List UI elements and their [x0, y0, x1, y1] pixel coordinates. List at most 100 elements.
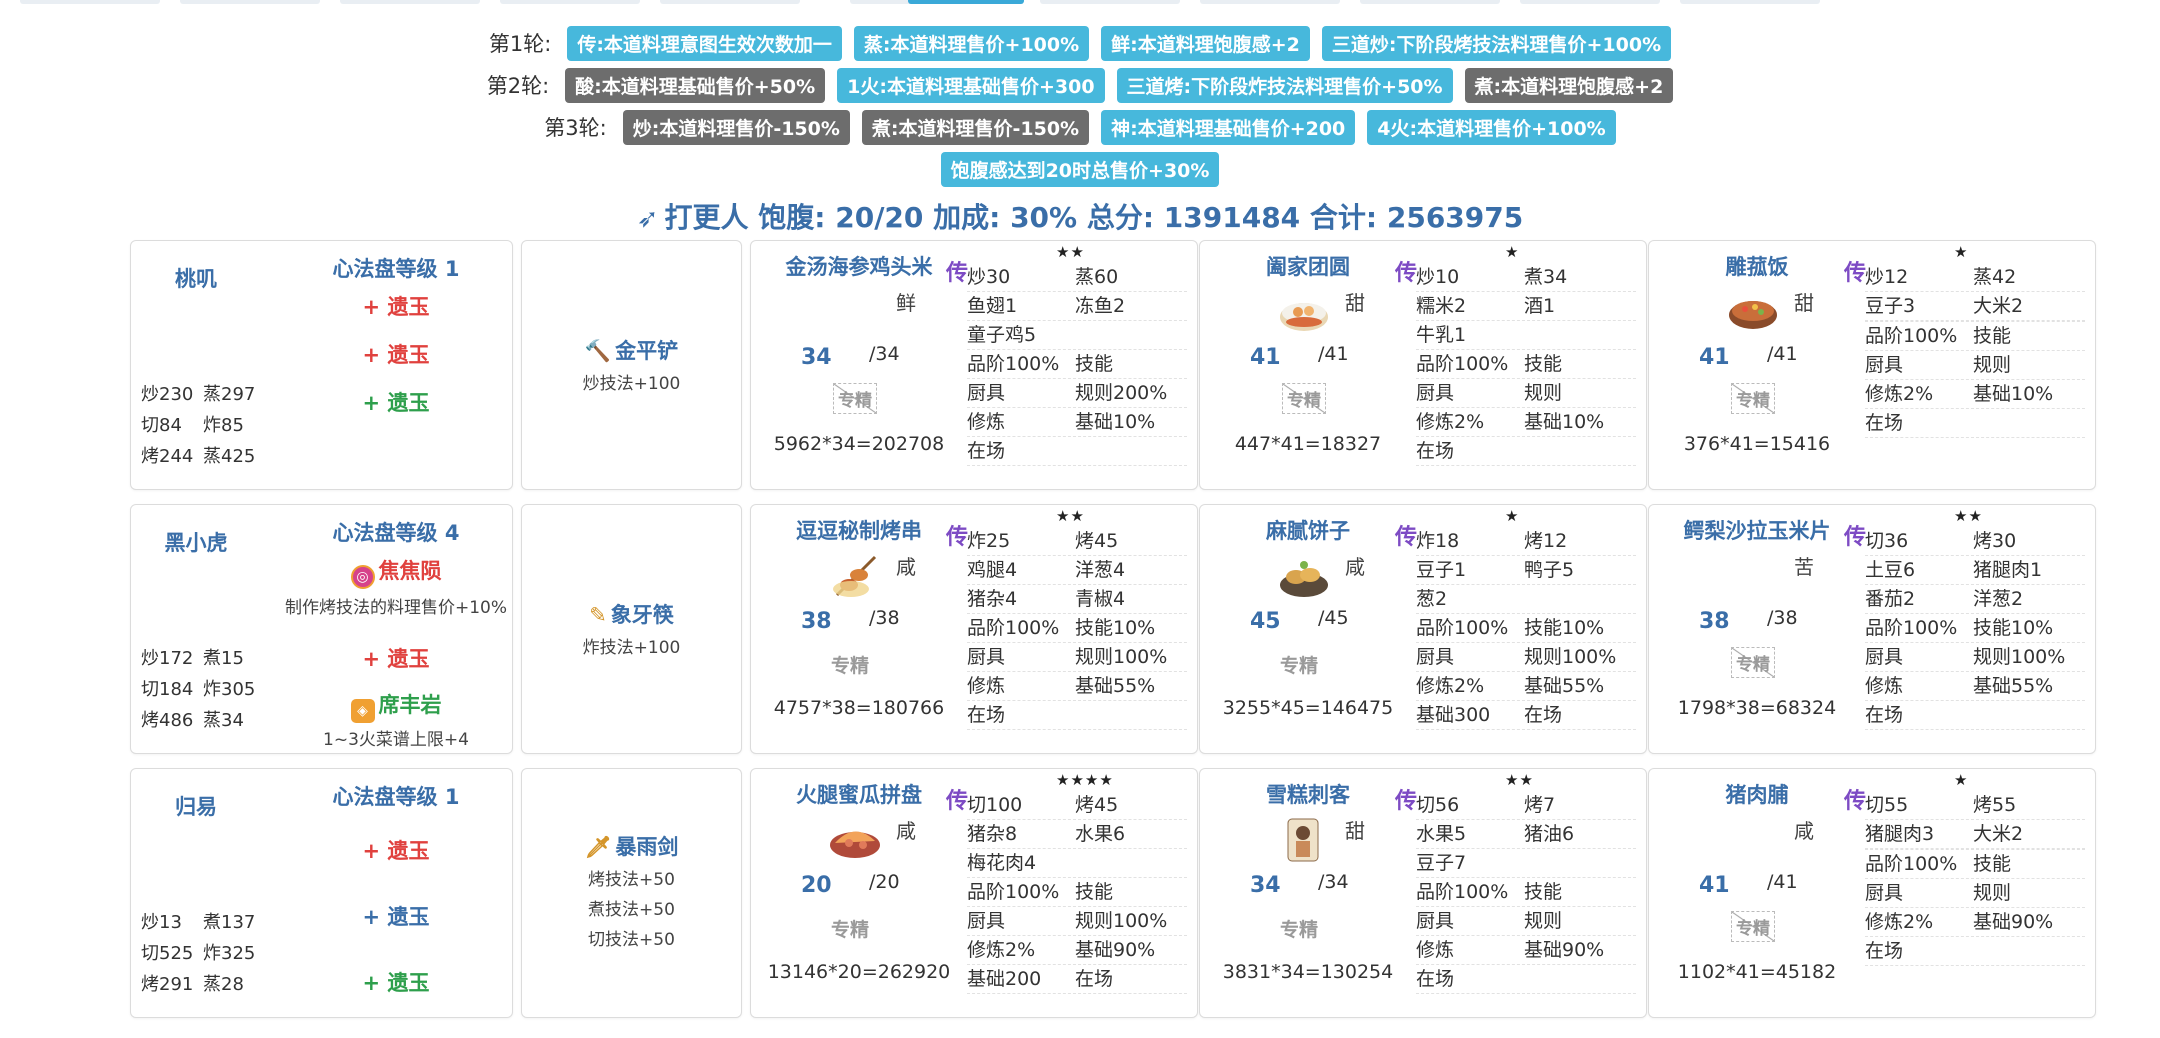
specialty-badge[interactable]: 专精 [1280, 915, 1318, 942]
jade-slot[interactable]: + 遗玉 [281, 901, 511, 931]
recipe-rarity: 传 [946, 525, 969, 550]
recipe-name[interactable]: 阖家团圆 [1210, 251, 1406, 281]
round-effect-tag[interactable]: 煮:本道料理售价-150% [861, 109, 1090, 145]
top-tab[interactable] [1680, 0, 1820, 4]
specialty-badge[interactable]: 专精 [1280, 651, 1318, 678]
round-effect-tag[interactable]: 三道烤:下阶段炸技法料理售价+50% [1116, 67, 1453, 103]
top-tab[interactable] [1200, 0, 1340, 4]
recipe-name[interactable]: 逗逗秘制烤串 [761, 515, 957, 545]
dish-image [1725, 287, 1781, 337]
recipe-quantity[interactable]: 41 [1699, 345, 1730, 370]
round-effect-tag[interactable]: 蒸:本道料理售价+100% [853, 25, 1090, 61]
specialty-badge[interactable]: 专精 [831, 915, 869, 942]
specialty-badge[interactable]: 专精 [1731, 911, 1775, 942]
heart-disk-level[interactable]: 心法盘等级 1 [281, 253, 511, 283]
top-tab[interactable] [20, 0, 160, 4]
specialty-badge[interactable]: 专精 [831, 651, 869, 678]
recipe-quantity[interactable]: 20 [801, 873, 832, 898]
round-effect-tag[interactable]: 炒:本道料理售价-150% [622, 109, 850, 145]
recipe-name[interactable]: 金汤海参鸡头米 [761, 251, 957, 281]
recipe-name[interactable]: 火腿蜜瓜拼盘 [761, 779, 957, 809]
jade-slot[interactable]: + 遗玉 [281, 643, 511, 673]
top-tab-active[interactable] [908, 0, 1024, 4]
recipe-stat-value: 番茄2 [1865, 588, 1916, 610]
summary-text: 打更人 饱腹: 20/20 加成: 30% 总分: 1391484 合计: 25… [664, 201, 1524, 234]
recipe-card[interactable]: ★★ 逗逗秘制烤串传咸 38/38 专精 4757*38=180766 炸25 烤45 鸡腿4… [750, 504, 1198, 754]
recipe-name[interactable]: 雕菰饭 [1659, 251, 1855, 281]
round-effect-tag[interactable]: 鲜:本道料理饱腹感+2 [1101, 25, 1310, 61]
recipe-stat-value: 技能 [1075, 881, 1114, 903]
recipe-quantity[interactable]: 38 [1699, 609, 1730, 634]
recipe-card[interactable]: ★ 麻腻饼子传咸 45/45 专精 3255*45=146475 炸18 烤12 豆子1 鸭子5… [1199, 504, 1647, 754]
recipe-name[interactable]: 麻腻饼子 [1210, 515, 1406, 545]
equipment-name[interactable]: 🔨 金平铲 [522, 335, 741, 365]
recipe-stat-row: 基础300 在场 [1416, 701, 1636, 730]
recipe-card[interactable]: ★ 雕菰饭传甜 41/41 专精 376*41=15416 炒12 蒸42 豆子3 大米2 品阶1… [1648, 240, 2096, 490]
specialty-badge[interactable]: 专精 [1282, 383, 1326, 414]
recipe-quantity[interactable]: 34 [801, 345, 832, 370]
recipe-quantity[interactable]: 41 [1699, 873, 1730, 898]
equipment-name[interactable]: ✎ 象牙筷 [522, 599, 741, 629]
recipe-stat-row: 土豆6 猪腿肉1 [1865, 556, 2085, 585]
round-effect-tag[interactable]: 传:本道料理意图生效次数加一 [567, 25, 842, 61]
recipe-name[interactable]: 雪糕刺客 [1210, 779, 1406, 809]
recipe-card[interactable]: ★★ 鳄梨沙拉玉米片传苦 38/38 专精 1798*38=68324 切36 烤30 土豆6… [1648, 504, 2096, 754]
round-effect-tag[interactable]: 1火:本道料理基础售价+300 [837, 67, 1105, 103]
jade-slot[interactable]: + 遗玉 [281, 835, 511, 865]
recipe-quantity-limit: /38 [1767, 607, 1798, 629]
chef-name[interactable]: 桃叽 [131, 263, 261, 293]
specialty-badge[interactable]: 专精 [833, 383, 877, 414]
jade-slot[interactable]: ◎ 焦焦陨 [281, 555, 511, 589]
round-effect-tag[interactable]: 酸:本道料理基础售价+50% [565, 67, 826, 103]
recipe-quantity[interactable]: 45 [1250, 609, 1281, 634]
recipe-stat-value: 基础90% [1075, 939, 1156, 961]
recipe-stat-value: 品阶100% [967, 617, 1060, 639]
round-effect-tag[interactable]: 三道炒:下阶段烤技法料理售价+100% [1321, 25, 1672, 61]
chef-name[interactable]: 黑小虎 [131, 527, 261, 557]
recipe-card[interactable]: ★ 猪肉脯传咸 41/41 专精 1102*41=45182 切55 烤55 猪腿肉3 大米2 品… [1648, 768, 2096, 1018]
equipment-name[interactable]: 🗡 暴雨剑 [522, 831, 741, 861]
equipment-card[interactable]: ✎ 象牙筷 炸技法+100 [521, 504, 742, 754]
recipe-name[interactable]: 猪肉脯 [1659, 779, 1855, 809]
skill-stat-value: 炸325 [203, 943, 256, 964]
jade-slot[interactable]: + 遗玉 [281, 967, 511, 997]
top-tab[interactable] [1360, 0, 1500, 4]
recipe-card[interactable]: ★★ 雪糕刺客传甜 34/34 专精 3831*34=130254 切56 烤7 水果5 猪油6… [1199, 768, 1647, 1018]
equipment-card[interactable]: 🗡 暴雨剑 烤技法+50 煮技法+50 切技法+50 [521, 768, 742, 1018]
jade-slot[interactable]: + 遗玉 [281, 291, 511, 321]
round-effect-tag[interactable]: 神:本道料理基础售价+200 [1101, 109, 1356, 145]
recipe-stat-value: 修炼2% [1416, 675, 1485, 697]
recipe-rarity: 传 [1395, 525, 1418, 550]
recipe-card[interactable]: ★★★★ 火腿蜜瓜拼盘传咸 20/20 专精 13146*20=262920 切100 烤4… [750, 768, 1198, 1018]
top-tab[interactable] [1520, 0, 1660, 4]
heart-disk-level[interactable]: 心法盘等级 4 [281, 517, 511, 547]
jade-slot[interactable]: + 遗玉 [281, 339, 511, 369]
recipe-card[interactable]: ★ 阖家团圆传甜 41/41 专精 447*41=18327 炒10 煮34 糯米2 酒1 牛乳1… [1199, 240, 1647, 490]
recipe-stat-value: 在场 [1416, 440, 1455, 462]
specialty-label: 专精 [1736, 655, 1770, 675]
round-effect-tag[interactable]: 煮:本道料理饱腹感+2 [1464, 67, 1674, 103]
recipe-stat-row: 猪杂4 青椒4 [967, 585, 1187, 614]
recipe-quantity[interactable]: 34 [1250, 873, 1281, 898]
recipe-quantity[interactable]: 41 [1250, 345, 1281, 370]
recipe-stat-value: 品阶100% [1865, 325, 1958, 347]
top-tab[interactable] [1040, 0, 1180, 4]
jade-slot[interactable]: ◈ 席丰岩 [281, 689, 511, 723]
top-tab[interactable] [500, 0, 640, 4]
round-effect-tag[interactable]: 4火:本道料理售价+100% [1367, 109, 1616, 145]
specialty-badge[interactable]: 专精 [1731, 647, 1775, 678]
top-tab[interactable] [180, 0, 320, 4]
equipment-card[interactable]: 🔨 金平铲 炒技法+100 [521, 240, 742, 490]
top-tab[interactable] [660, 0, 800, 4]
recipe-name[interactable]: 鳄梨沙拉玉米片 [1659, 515, 1855, 545]
chef-name[interactable]: 归易 [131, 791, 261, 821]
round-effect-tag[interactable]: 饱腹感达到20时总售价+30% [940, 151, 1220, 187]
recipe-card[interactable]: ★★ 金汤海参鸡头米传鲜 34/34 专精 5962*34=202708 炒30 蒸60 鱼翅… [750, 240, 1198, 490]
skill-stat-value: 蒸34 [203, 710, 244, 731]
heart-disk-level[interactable]: 心法盘等级 1 [281, 781, 511, 811]
specialty-badge[interactable]: 专精 [1731, 383, 1775, 414]
recipe-quantity[interactable]: 38 [801, 609, 832, 634]
jade-slot[interactable]: + 遗玉 [281, 387, 511, 417]
sword-icon: 🗡 [584, 835, 612, 859]
top-tab[interactable] [340, 0, 480, 4]
